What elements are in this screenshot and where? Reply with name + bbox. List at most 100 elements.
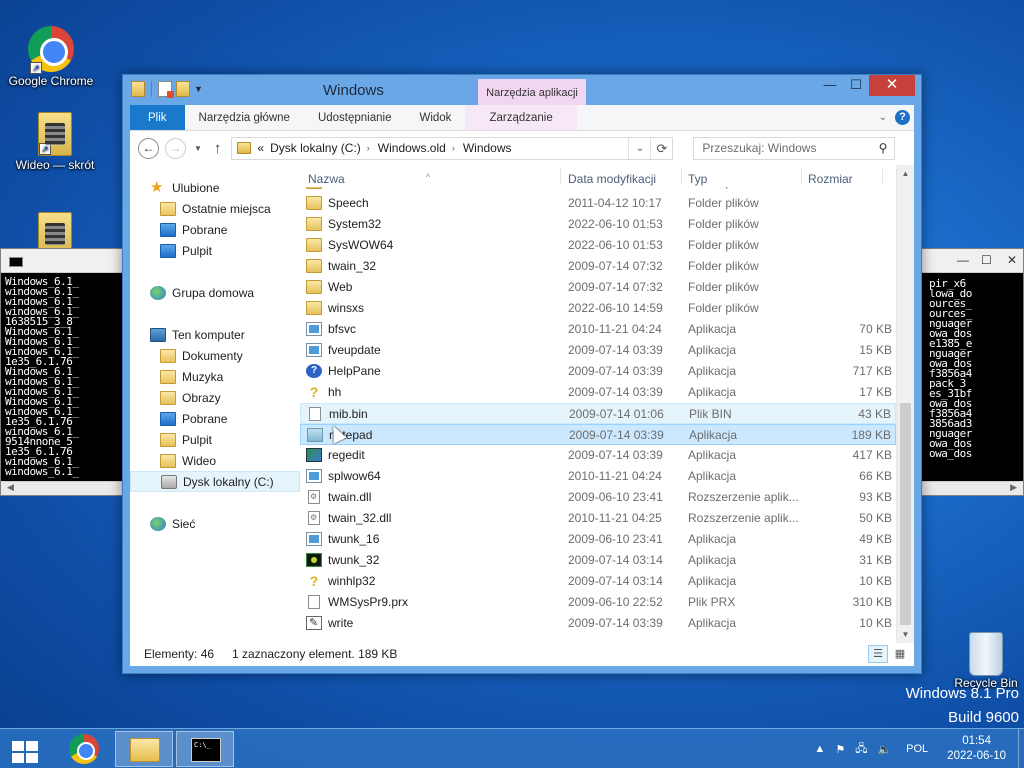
file-row[interactable]: winsxs 2022-06-10 14:59 Folder plików [300,298,896,319]
taskbar-explorer[interactable] [115,731,173,767]
cmd-window-background-right[interactable]: — ☐ ✕ pir_x6 lowa_do ources_ ources_ ngu… [920,248,1024,496]
column-divider[interactable] [560,169,561,185]
forward-button[interactable]: → [165,137,186,159]
large-icons-view-icon[interactable]: ▦ [890,645,910,663]
file-row[interactable]: splwow64 2010-11-21 04:24 Aplikacja 66 KB [300,466,896,487]
up-button[interactable]: ↑ [214,140,222,157]
cmd-close-icon[interactable]: ✕ [1007,253,1017,267]
cmd-horizontal-scrollbar[interactable]: ▶ [921,481,1023,495]
file-row[interactable]: bfsvc 2010-11-21 04:24 Aplikacja 70 KB [300,319,896,340]
close-button[interactable]: ✕ [869,75,915,96]
file-row[interactable]: ? hh 2009-07-14 03:39 Aplikacja 17 KB [300,382,896,403]
cmd-titlebar[interactable] [1,249,123,273]
tab-widok[interactable]: Widok [405,105,465,130]
search-icon[interactable]: ⚲ [879,141,888,155]
tab-udostepnianie[interactable]: Udostępnianie [304,105,406,130]
file-row[interactable]: twunk_32 2009-07-14 03:14 Aplikacja 31 KB [300,550,896,571]
minimize-button[interactable]: — [817,75,843,96]
tab-zarzadzanie[interactable]: Zarządzanie [465,105,577,130]
vertical-scrollbar[interactable]: ▲ ▼ [896,165,914,643]
file-row[interactable]: notepad 2009-07-14 03:39 Aplikacja 189 KB [300,424,896,445]
breadcrumb-separator-icon[interactable]: › [452,143,455,153]
file-row[interactable]: fveupdate 2009-07-14 03:39 Aplikacja 15 KB [300,340,896,361]
explorer-window[interactable]: ▼ Windows Narzędzia aplikacji — ☐ ✕ Plik… [122,74,922,674]
column-divider[interactable] [681,169,682,185]
taskbar-cmd[interactable]: C:\_ [176,731,234,767]
nav-pobrane[interactable]: Pobrane [130,408,300,429]
new-folder-icon[interactable] [176,81,190,97]
nav-ulubione[interactable]: ★ Ulubione [130,177,300,198]
file-row[interactable]: twain_32.dll 2010-11-21 04:25 Rozszerzenie… [300,508,896,529]
column-header-size[interactable]: Rozmiar [808,172,853,186]
clock[interactable]: 01:54 2022-06-10 [947,734,1006,764]
scroll-down-icon[interactable]: ▼ [897,626,914,643]
file-row[interactable]: Speech 2011-04-12 10:17 Folder plików [300,193,896,214]
properties-icon[interactable] [158,81,174,98]
file-row[interactable]: Web 2009-07-14 07:32 Folder plików [300,277,896,298]
tab-narzedzia-glowne[interactable]: Narzędzia główne [185,105,304,130]
nav-obrazy[interactable]: Obrazy [130,387,300,408]
file-row[interactable]: WMSysPr9.prx 2009-06-10 22:52 Plik PRX 310 … [300,592,896,613]
breadcrumb-overflow[interactable]: « [257,141,264,155]
nav-ostatnie-miejsca[interactable]: Ostatnie miejsca [130,198,300,219]
nav-pulpit[interactable]: Pulpit [130,429,300,450]
file-row[interactable]: SysWOW64 2022-06-10 01:53 Folder plików [300,235,896,256]
help-icon[interactable]: ? [895,110,910,125]
file-row[interactable]: twain.dll 2009-06-10 23:41 Rozszerzenie ap… [300,487,896,508]
customize-qat-icon[interactable]: ▼ [194,84,203,94]
nav-grupa-domowa[interactable]: Grupa domowa [130,282,300,303]
taskbar-chrome[interactable] [54,731,112,767]
scroll-right-icon[interactable]: ▶ [1010,482,1017,493]
address-bar[interactable]: « Dysk lokalny (C:) › Windows.old › Wind… [231,136,674,160]
action-center-flag-icon[interactable]: ⚑ [835,743,845,756]
volume-muted-icon[interactable]: 🔈 [877,743,891,756]
breadcrumb-drive[interactable]: Dysk lokalny (C:) [270,141,361,155]
file-row[interactable]: mib.bin 2009-07-14 01:06 Plik BIN 43 KB [300,403,896,424]
file-row[interactable]: twunk_16 2009-06-10 23:41 Aplikacja 49 KB [300,529,896,550]
file-row[interactable]: regedit 2009-07-14 03:39 Aplikacja 417 KB [300,445,896,466]
details-view-icon[interactable]: ☰ [868,645,888,663]
column-header-type[interactable]: Typ [688,172,707,186]
expand-ribbon-icon[interactable]: ⌄ [879,112,887,123]
file-row[interactable]: ? HelpPane 2009-07-14 03:39 Aplikacja 717 KB [300,361,896,382]
nav-dokumenty[interactable]: Dokumenty [130,345,300,366]
nav-siec[interactable]: Sieć [130,513,300,534]
address-dropdown-icon[interactable]: ⌄ [628,137,650,159]
back-button[interactable]: ← [138,137,159,159]
breadcrumb-windows-old[interactable]: Windows.old [378,141,446,155]
maximize-button[interactable]: ☐ [843,75,869,96]
scroll-left-icon[interactable]: ◀ [7,482,14,493]
column-divider[interactable] [882,169,883,185]
input-language[interactable]: POL [906,743,928,755]
scroll-up-icon[interactable]: ▲ [897,165,914,182]
nav-ten-komputer[interactable]: Ten komputer [130,324,300,345]
column-header-name[interactable]: Nazwa [308,172,345,186]
nav-wideo[interactable]: Wideo [130,450,300,471]
desktop-icon-chrome[interactable]: ↗ Google Chrome [3,26,99,88]
column-divider[interactable] [801,169,802,185]
nav-pobrane-fav[interactable]: Pobrane [130,219,300,240]
file-row[interactable]: twain_32 2009-07-14 07:32 Folder plików [300,256,896,277]
window-titlebar[interactable]: ▼ Windows Narzędzia aplikacji — ☐ ✕ [123,75,921,109]
breadcrumb-separator-icon[interactable]: › [367,143,370,153]
nav-muzyka[interactable]: Muzyka [130,366,300,387]
cmd-titlebar[interactable]: — ☐ ✕ [921,249,1023,273]
cmd-maximize-icon[interactable]: ☐ [981,253,992,267]
nav-pulpit-fav[interactable]: Pulpit [130,240,300,261]
desktop-icon-wideo[interactable]: ↗ Wideo — skrót [7,112,103,172]
breadcrumb-windows[interactable]: Windows [463,141,512,155]
search-input[interactable]: Przeszukaj: Windows ⚲ [693,136,896,160]
file-row[interactable]: System32 2022-06-10 01:53 Folder plików [300,214,896,235]
desktop-icon-recycle-bin[interactable]: Recycle Bin [938,632,1024,690]
nav-dysk-lokalny[interactable]: Dysk lokalny (C:) [130,471,300,492]
file-row[interactable]: ? winhlp32 2009-07-14 03:14 Aplikacja 10 KB [300,571,896,592]
refresh-icon[interactable]: ⟳ [650,137,672,159]
show-desktop-button[interactable] [1018,729,1024,768]
scrollbar-thumb[interactable] [900,403,911,625]
cmd-horizontal-scrollbar[interactable]: ◀ [1,481,123,495]
recent-locations-dropdown[interactable]: ▼ [194,144,202,153]
cmd-minimize-icon[interactable]: — [957,253,969,267]
cmd-window-background[interactable]: Windows_6.1_ windows_6.1_ windows_6.1_ w… [0,248,124,496]
network-icon[interactable]: 🖧 [855,740,867,759]
column-header-date[interactable]: Data modyfikacji [568,172,656,186]
